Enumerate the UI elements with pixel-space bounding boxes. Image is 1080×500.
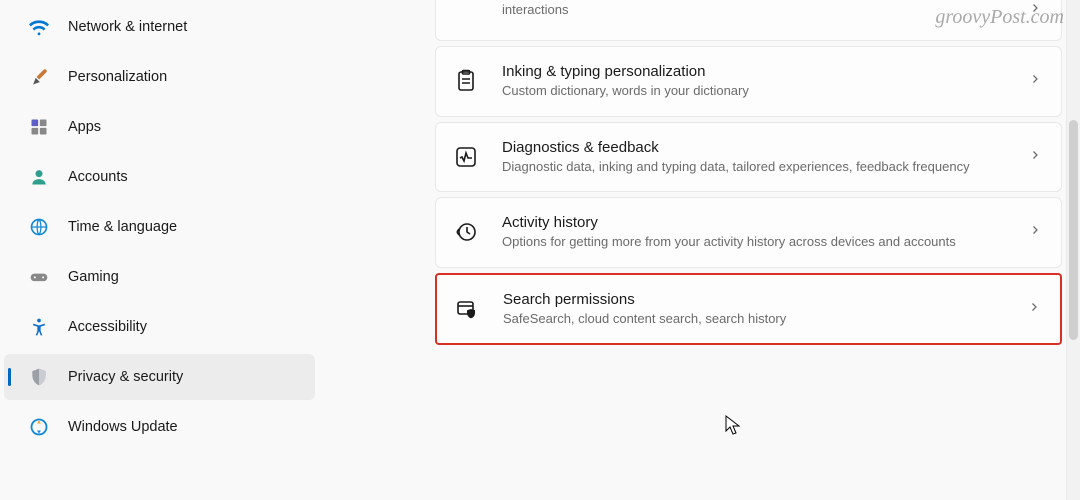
setting-card-activity-history[interactable]: Activity history Options for getting mor… bbox=[435, 197, 1062, 268]
chevron-right-icon bbox=[1029, 148, 1041, 166]
card-title: Diagnostics & feedback bbox=[502, 139, 1007, 156]
scrollbar[interactable] bbox=[1066, 0, 1080, 500]
shield-icon bbox=[28, 366, 50, 388]
sidebar-item-label: Accessibility bbox=[68, 319, 147, 335]
sidebar-item-gaming[interactable]: Gaming bbox=[4, 254, 315, 300]
sidebar-item-accounts[interactable]: Accounts bbox=[4, 154, 315, 200]
sidebar-item-label: Network & internet bbox=[68, 19, 187, 35]
setting-card-diagnostics[interactable]: Diagnostics & feedback Diagnostic data, … bbox=[435, 122, 1062, 193]
sidebar-item-privacy-security[interactable]: Privacy & security bbox=[4, 354, 315, 400]
sidebar-item-windows-update[interactable]: Windows Update bbox=[4, 404, 315, 450]
card-body: Search permissions SafeSearch, cloud con… bbox=[503, 291, 1006, 328]
sidebar-item-accessibility[interactable]: Accessibility bbox=[4, 304, 315, 350]
accessibility-icon bbox=[28, 316, 50, 338]
sidebar-item-label: Windows Update bbox=[68, 419, 178, 435]
chevron-right-icon bbox=[1028, 300, 1040, 318]
card-body: Diagnostics & feedback Diagnostic data, … bbox=[502, 139, 1007, 176]
activity-icon bbox=[452, 143, 480, 171]
search-shield-icon bbox=[453, 295, 481, 323]
sidebar-item-label: Apps bbox=[68, 119, 101, 135]
sidebar-item-time-language[interactable]: Time & language bbox=[4, 204, 315, 250]
clipboard-icon bbox=[452, 67, 480, 95]
scrollbar-thumb[interactable] bbox=[1069, 120, 1078, 340]
card-title: Inking & typing personalization bbox=[502, 63, 1007, 80]
update-icon bbox=[28, 416, 50, 438]
card-subtitle: Options for getting more from your activ… bbox=[502, 233, 1007, 251]
history-icon bbox=[452, 218, 480, 246]
card-subtitle: Custom dictionary, words in your diction… bbox=[502, 82, 1007, 100]
card-body: Inking & typing personalization Custom d… bbox=[502, 63, 1007, 100]
sidebar-item-personalization[interactable]: Personalization bbox=[4, 54, 315, 100]
settings-window: Network & internet Personalization Apps … bbox=[0, 0, 1080, 500]
card-title: Activity history bbox=[502, 214, 1007, 231]
wifi-icon bbox=[28, 16, 50, 38]
setting-card-inking-typing[interactable]: Inking & typing personalization Custom d… bbox=[435, 46, 1062, 117]
card-body: interactions bbox=[502, 1, 1007, 19]
chevron-right-icon bbox=[1029, 72, 1041, 90]
apps-icon bbox=[28, 116, 50, 138]
card-subtitle: Diagnostic data, inking and typing data,… bbox=[502, 158, 1007, 176]
card-title: Search permissions bbox=[503, 291, 1006, 308]
sidebar-item-label: Time & language bbox=[68, 219, 177, 235]
sidebar-item-label: Privacy & security bbox=[68, 369, 183, 385]
globe-clock-icon bbox=[28, 216, 50, 238]
placeholder-icon bbox=[452, 0, 480, 24]
settings-sidebar: Network & internet Personalization Apps … bbox=[0, 0, 315, 500]
setting-card-search-permissions[interactable]: Search permissions SafeSearch, cloud con… bbox=[435, 273, 1062, 346]
sidebar-item-label: Gaming bbox=[68, 269, 119, 285]
chevron-right-icon bbox=[1029, 223, 1041, 241]
card-subtitle: SafeSearch, cloud content search, search… bbox=[503, 310, 1006, 328]
setting-card-speech[interactable]: interactions bbox=[435, 0, 1062, 41]
sidebar-item-label: Personalization bbox=[68, 69, 167, 85]
person-icon bbox=[28, 166, 50, 188]
sidebar-item-label: Accounts bbox=[68, 169, 128, 185]
card-body: Activity history Options for getting mor… bbox=[502, 214, 1007, 251]
chevron-right-icon bbox=[1029, 1, 1041, 19]
sidebar-item-apps[interactable]: Apps bbox=[4, 104, 315, 150]
settings-content: interactions Inking & typing personaliza… bbox=[315, 0, 1080, 500]
gamepad-icon bbox=[28, 266, 50, 288]
paintbrush-icon bbox=[28, 66, 50, 88]
card-subtitle: interactions bbox=[502, 1, 1007, 19]
sidebar-item-network[interactable]: Network & internet bbox=[4, 4, 315, 50]
